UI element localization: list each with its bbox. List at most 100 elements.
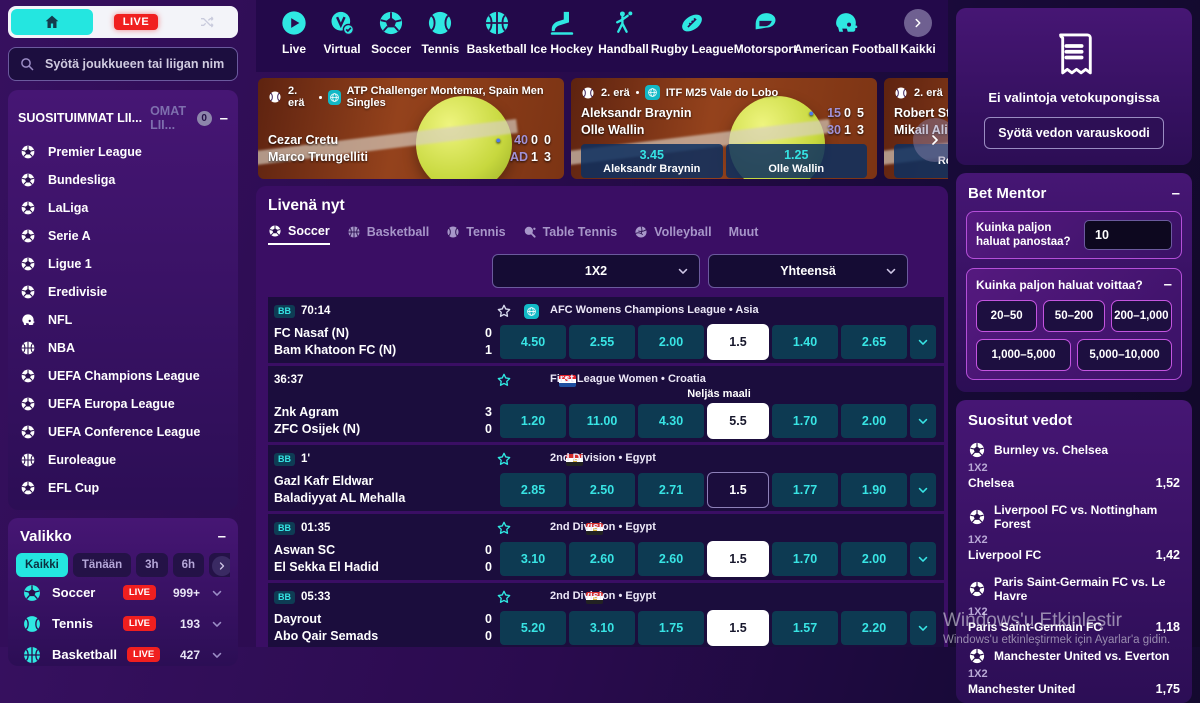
live-tab[interactable]: LIVE	[93, 14, 179, 30]
tab-volleyball[interactable]: Volleyball	[634, 225, 711, 244]
odds-2[interactable]: 2.00	[638, 325, 704, 359]
nav-item-all-sports[interactable]: Kaikki	[894, 9, 942, 56]
odds-under[interactable]: 2.20	[841, 611, 907, 645]
nav-item-basketball[interactable]: Basketball	[465, 9, 529, 56]
search-input[interactable]	[43, 56, 227, 72]
odds-x[interactable]: 2.50	[569, 473, 635, 507]
sidebar-item-bundesliga[interactable]: Bundesliga	[8, 166, 238, 194]
favorite-star-icon[interactable]	[496, 372, 512, 388]
sidebar-item-nba[interactable]: NBA	[8, 334, 238, 362]
home-tab[interactable]	[11, 9, 93, 35]
filter-chip-all[interactable]: Kaikki	[16, 553, 68, 577]
chevron-down-icon[interactable]	[210, 586, 224, 600]
odds-x[interactable]: 3.10	[569, 611, 635, 645]
odds-over[interactable]: 1.77	[772, 473, 838, 507]
odds-1[interactable]: 5.20	[500, 611, 566, 645]
sidebar-item-euroleague[interactable]: Euroleague	[8, 446, 238, 474]
expand-markets-button[interactable]	[910, 325, 936, 359]
chevron-down-icon[interactable]	[210, 617, 224, 631]
stake-input[interactable]	[1084, 220, 1172, 250]
match-row[interactable]: BB 01:35 2nd Division • Egypt Aswan SCEl…	[268, 514, 944, 580]
odds-2[interactable]: 4.30	[638, 404, 704, 438]
favorite-star-icon[interactable]	[496, 451, 512, 467]
win-range-button[interactable]: 1,000–5,000	[976, 339, 1071, 371]
match-row[interactable]: 36:37 First League Women • Croatia Neljä…	[268, 366, 944, 442]
filter-scroll-right-button[interactable]	[212, 556, 230, 576]
win-range-button[interactable]: 5,000–10,000	[1077, 339, 1172, 371]
odds-button-player1[interactable]: 3.45Aleksandr Braynin	[581, 144, 723, 178]
popular-bet-item[interactable]: Liverpool FC vs. Nottingham Forest 1X2 L…	[968, 503, 1180, 562]
tab-tennis[interactable]: Tennis	[446, 225, 505, 244]
favorite-star-icon[interactable]	[496, 520, 512, 536]
expand-markets-button[interactable]	[910, 611, 936, 645]
tab-popular-leagues[interactable]: SUOSITUIMMAT LII...	[18, 111, 142, 125]
odds-2[interactable]: 2.60	[638, 542, 704, 576]
filter-chip-3h[interactable]: 3h	[136, 553, 167, 577]
odds-1[interactable]: 1.20	[500, 404, 566, 438]
sidebar-item-uefa-conference-league[interactable]: UEFA Conference League	[8, 418, 238, 446]
booking-code-button[interactable]: Syötä vedon varauskoodi	[984, 117, 1163, 149]
nav-item-tennis[interactable]: Tennis	[416, 9, 465, 56]
match-row[interactable]: BB 70:14 AFC Womens Champions League • A…	[268, 297, 944, 363]
odds-2[interactable]: 1.75	[638, 611, 704, 645]
filter-chip-today[interactable]: Tänään	[73, 553, 131, 577]
nav-item-motorsport[interactable]: Motorsport	[732, 9, 798, 56]
expand-markets-button[interactable]	[910, 404, 936, 438]
favorite-star-icon[interactable]	[496, 589, 512, 605]
collapse-bet-mentor-button[interactable]: –	[1172, 186, 1180, 201]
popular-bet-item[interactable]: Paris Saint-Germain FC vs. Le Havre 1X2 …	[968, 575, 1180, 634]
popular-bet-item[interactable]: Burnley vs. Chelsea 1X2 Chelsea1,52	[968, 441, 1180, 490]
sidebar-item-eredivisie[interactable]: Eredivisie	[8, 278, 238, 306]
chevron-down-icon[interactable]	[210, 648, 224, 662]
odds-1[interactable]: 3.10	[500, 542, 566, 576]
tab-basketball[interactable]: Basketball	[347, 225, 430, 244]
collapse-menu-button[interactable]: –	[218, 529, 226, 544]
odds-over[interactable]: 1.70	[772, 404, 838, 438]
sidebar-item-ligue-1[interactable]: Ligue 1	[8, 250, 238, 278]
nav-item-virtual[interactable]: Virtual	[318, 9, 366, 56]
sidebar-item-premier-league[interactable]: Premier League	[8, 138, 238, 166]
odds-x[interactable]: 11.00	[569, 404, 635, 438]
filter-chip-6h[interactable]: 6h	[173, 553, 204, 577]
odds-under[interactable]: 2.00	[841, 404, 907, 438]
odds-x[interactable]: 2.60	[569, 542, 635, 576]
win-range-button[interactable]: 20–50	[976, 300, 1037, 332]
popular-bet-item[interactable]: Manchester United vs. Everton 1X2 Manche…	[968, 647, 1180, 696]
nav-item-ice-hockey[interactable]: Ice Hockey	[529, 9, 595, 56]
match-row[interactable]: BB 05:33 2nd Division • Egypt DayroutAbo…	[268, 583, 944, 647]
sidebar-item-uefa-europa-league[interactable]: UEFA Europa League	[8, 390, 238, 418]
sidebar-item-efl-cup[interactable]: EFL Cup	[8, 474, 238, 502]
nav-item-american-football[interactable]: American Football	[799, 9, 894, 56]
odds-over[interactable]: 1.70	[772, 542, 838, 576]
odds-1[interactable]: 4.50	[500, 325, 566, 359]
odds-1[interactable]: 2.85	[500, 473, 566, 507]
more-sports-button[interactable]	[904, 9, 932, 37]
live-match-card[interactable]: 2. erä ITF M25 Vale do Lobo Aleksandr Br…	[571, 78, 877, 179]
nav-item-live[interactable]: Live	[270, 9, 318, 56]
total-dropdown[interactable]: Yhteensä	[708, 254, 908, 288]
nav-item-soccer[interactable]: Soccer	[366, 9, 416, 56]
nav-item-handball[interactable]: Handball	[595, 9, 653, 56]
odds-x[interactable]: 2.55	[569, 325, 635, 359]
collapse-leagues-button[interactable]: –	[220, 111, 228, 126]
odds-over[interactable]: 1.40	[772, 325, 838, 359]
sidebar-item-laliga[interactable]: LaLiga	[8, 194, 238, 222]
odds-button-player2[interactable]: 1.25Olle Wallin	[726, 144, 868, 178]
sidebar-item-serie-a[interactable]: Serie A	[8, 222, 238, 250]
expand-markets-button[interactable]	[910, 473, 936, 507]
odds-under[interactable]: 1.90	[841, 473, 907, 507]
favorite-star-icon[interactable]	[496, 303, 512, 319]
menu-sport-tennis[interactable]: Tennis LIVE 193	[16, 608, 230, 639]
expand-markets-button[interactable]	[910, 542, 936, 576]
tab-soccer[interactable]: Soccer	[268, 224, 330, 245]
tab-own-leagues[interactable]: OMAT LII...	[150, 104, 189, 132]
tab-table-tennis[interactable]: Table Tennis	[523, 225, 618, 244]
tab-other[interactable]: Muut	[729, 225, 759, 244]
win-range-button[interactable]: 50–200	[1043, 300, 1104, 332]
win-range-button[interactable]: 200–1,000	[1111, 300, 1172, 332]
sidebar-item-nfl[interactable]: NFL	[8, 306, 238, 334]
odds-over[interactable]: 1.57	[772, 611, 838, 645]
odds-2[interactable]: 2.71	[638, 473, 704, 507]
nav-item-rugby-league[interactable]: Rugby League	[652, 9, 732, 56]
menu-sport-basketball[interactable]: Basketball LIVE 427	[16, 639, 230, 666]
